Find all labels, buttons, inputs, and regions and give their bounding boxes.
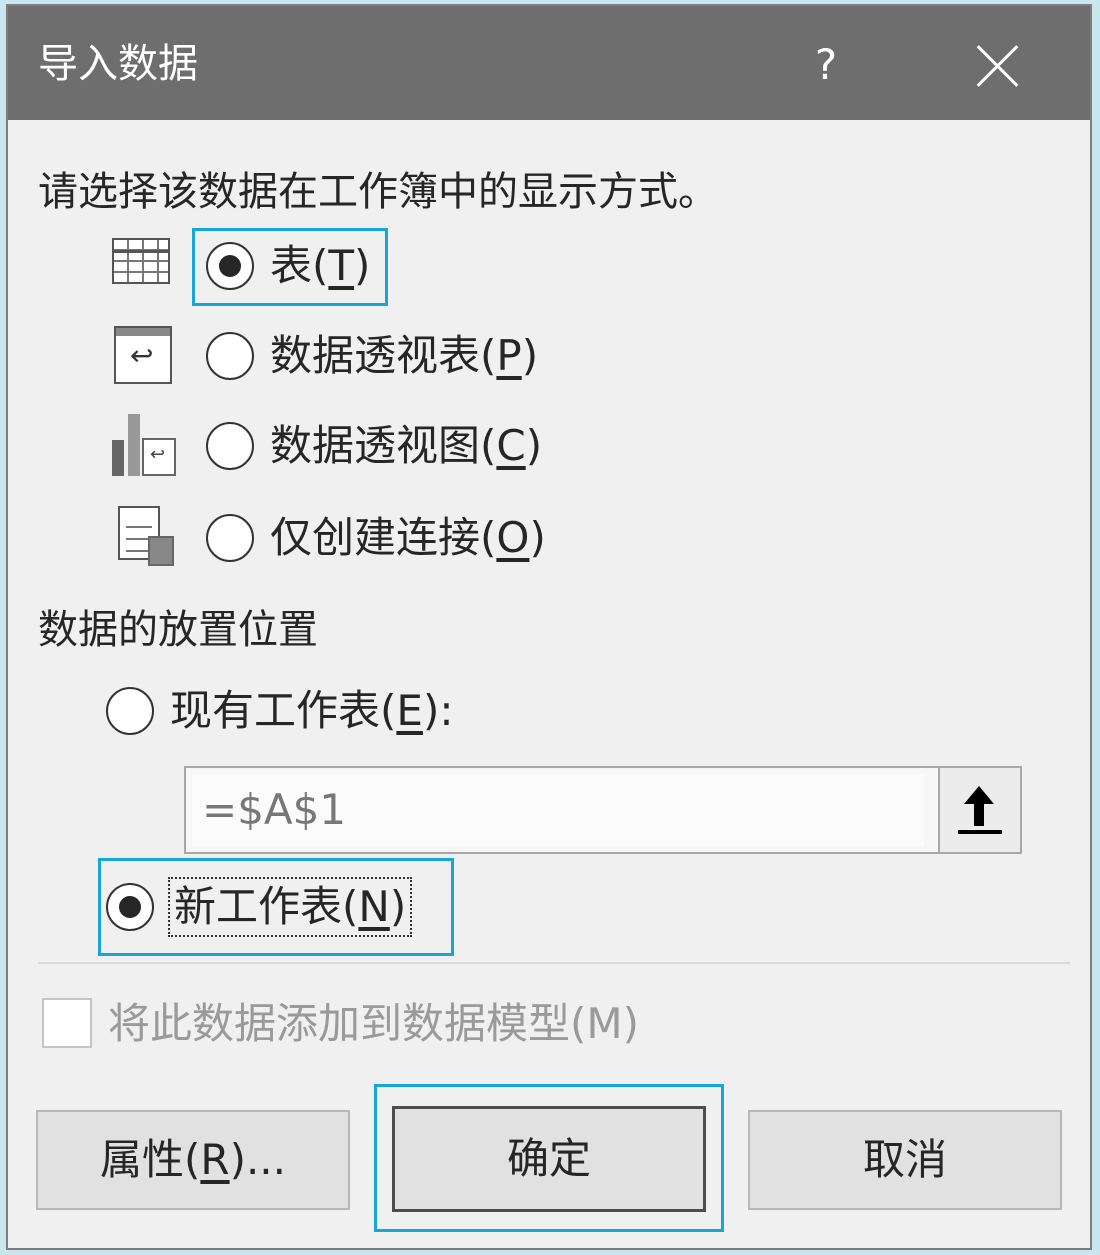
data-model-label: 将此数据添加到数据模型(M) bbox=[108, 999, 640, 1048]
option-new-sheet-label: 新工作表(N) bbox=[167, 877, 413, 937]
ok-button[interactable]: 确定 bbox=[392, 1106, 706, 1212]
title-bar: 导入数据 ? bbox=[8, 6, 1090, 120]
radio-table[interactable] bbox=[206, 242, 254, 290]
underline-mark bbox=[958, 830, 1002, 834]
option-connection-only[interactable]: 仅创建连接(O) bbox=[206, 503, 546, 573]
option-new-sheet[interactable]: 新工作表(N) bbox=[106, 872, 413, 942]
radio-pivot-table[interactable] bbox=[206, 332, 254, 380]
placement-heading: 数据的放置位置 bbox=[38, 607, 318, 653]
option-pivot-table-label: 数据透视表(P) bbox=[270, 331, 539, 380]
option-pivot-table[interactable]: 数据透视表(P) bbox=[206, 321, 538, 391]
option-table[interactable]: 表(T) bbox=[206, 231, 370, 301]
radio-existing-sheet[interactable] bbox=[106, 687, 154, 735]
option-existing-sheet[interactable]: 现有工作表(E): bbox=[106, 676, 453, 746]
pivot-table-icon: ↩ bbox=[114, 326, 172, 384]
connection-only-icon bbox=[118, 506, 176, 568]
divider bbox=[38, 962, 1070, 964]
properties-button[interactable]: 属性(R)... bbox=[36, 1110, 350, 1210]
option-table-label: 表(T) bbox=[270, 241, 371, 290]
radio-new-sheet[interactable] bbox=[106, 883, 154, 931]
arrow-up-icon bbox=[964, 786, 994, 826]
cell-reference-input[interactable]: =$A$1 bbox=[192, 774, 924, 846]
pivot-chart-icon: ↩ bbox=[112, 414, 178, 476]
collapse-dialog-button[interactable] bbox=[938, 768, 1020, 852]
radio-connection-only[interactable] bbox=[206, 514, 254, 562]
cell-reference-box: =$A$1 bbox=[184, 766, 1022, 854]
table-icon bbox=[112, 238, 170, 284]
option-pivot-chart[interactable]: 数据透视图(C) bbox=[206, 411, 542, 481]
display-prompt: 请选择该数据在工作簿中的显示方式。 bbox=[38, 169, 718, 215]
help-button[interactable]: ? bbox=[798, 32, 854, 98]
data-model-checkbox[interactable] bbox=[42, 998, 92, 1048]
option-pivot-chart-label: 数据透视图(C) bbox=[270, 421, 543, 470]
radio-pivot-chart[interactable] bbox=[206, 422, 254, 470]
close-icon[interactable] bbox=[968, 36, 1028, 96]
import-data-dialog: 导入数据 ? 请选择该数据在工作簿中的显示方式。 表(T) ↩ 数据透视表(P)… bbox=[6, 4, 1092, 1250]
option-connection-only-label: 仅创建连接(O) bbox=[270, 513, 546, 562]
option-existing-sheet-label: 现有工作表(E): bbox=[170, 686, 454, 735]
cancel-button[interactable]: 取消 bbox=[748, 1110, 1062, 1210]
dialog-title: 导入数据 bbox=[38, 41, 198, 87]
